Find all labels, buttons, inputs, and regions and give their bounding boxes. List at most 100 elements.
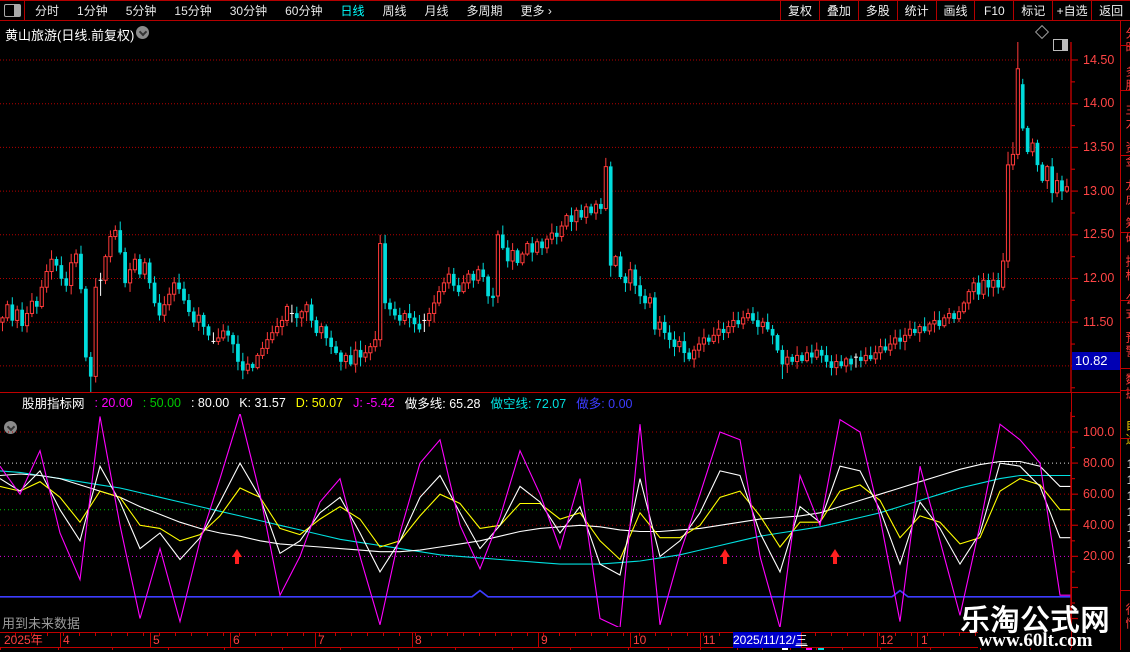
buy-arrow-icon: [720, 549, 730, 564]
indicator-value-8: 做空线: 72.07: [490, 393, 566, 412]
indicator-value-9: 做多: 0.00: [576, 393, 632, 412]
price-axis-label: 13.50: [1083, 141, 1114, 154]
timeline-label-12: 12: [880, 633, 893, 647]
period-tab-60分钟[interactable]: 60分钟: [276, 2, 331, 19]
right-strip-tab[interactable]: 指标: [1123, 255, 1130, 283]
right-strip-tab[interactable]: 行情: [1123, 603, 1130, 631]
timeline-label-8: 8: [415, 633, 422, 647]
toolbar-button-多股[interactable]: 多股: [858, 0, 897, 21]
timeline-divider: [538, 633, 539, 647]
indicator-line-J: [0, 413, 1071, 627]
timeline-divider: [700, 633, 701, 647]
date-text: 2025/11/12/: [733, 633, 796, 647]
timeline-label-9: 9: [541, 633, 548, 647]
right-strip-separator: [1121, 155, 1130, 156]
buy-arrow-icon: [830, 549, 840, 564]
timeline-divider: [917, 633, 918, 647]
indicator-axis-label: 40.00: [1083, 519, 1114, 532]
timeline-label-5: 5: [153, 633, 160, 647]
timeline-label-7: 7: [318, 633, 325, 647]
toolbar-button-返回[interactable]: 返回: [1091, 0, 1130, 21]
price-axis-label: 13.00: [1083, 185, 1114, 198]
right-strip-separator: [1121, 590, 1130, 591]
indicator-chart[interactable]: [0, 412, 1130, 627]
toolbar-button-复权[interactable]: 复权: [780, 0, 819, 21]
candlestick-chart[interactable]: [0, 42, 1130, 392]
toolbar-button-叠加[interactable]: 叠加: [819, 0, 858, 21]
indicator-header: 股朋指标网: 20.00: 50.00: 80.00K: 31.57D: 50.…: [22, 394, 1097, 411]
toolbar-button-画线[interactable]: 画线: [936, 0, 975, 21]
timeline-week-ticks: [0, 632, 978, 636]
period-tab-1分钟[interactable]: 1分钟: [68, 2, 117, 19]
indicator-value-3: : 80.00: [191, 396, 229, 410]
timeline-divider: [230, 633, 231, 647]
price-axis-label: 11.50: [1083, 316, 1113, 329]
price-axis-label: 12.00: [1083, 272, 1114, 285]
period-tab-月线[interactable]: 月线: [416, 2, 458, 19]
watermark-url: www.60lt.com: [948, 630, 1123, 652]
indicator-axis-label: 100.0: [1083, 426, 1114, 439]
indicator-line-K: [0, 463, 1071, 575]
timeline-label-6: 6: [233, 633, 240, 647]
right-strip-tab[interactable]: 自选: [1123, 419, 1130, 447]
price-axis-label: 12.50: [1083, 228, 1114, 241]
right-strip-tab[interactable]: 预警: [1123, 331, 1130, 359]
period-tab-5分钟[interactable]: 5分钟: [117, 2, 166, 19]
toolbar-button-统计[interactable]: 统计: [897, 0, 936, 21]
timeline-divider: [60, 633, 61, 647]
period-tabs: 分时1分钟5分钟15分钟30分钟60分钟日线周线月线多周期更多 ›: [26, 1, 561, 20]
timeline-label-1: 1: [921, 633, 928, 647]
right-strip-tab[interactable]: 筹码: [1123, 217, 1130, 245]
chevron-down-icon[interactable]: [136, 26, 149, 39]
right-strip-tab[interactable]: 公式: [1123, 293, 1130, 321]
toolbar-button-+自选[interactable]: +自选: [1052, 0, 1091, 21]
indicator-axis-label: 80.00: [1083, 457, 1114, 470]
future-data-warning: 用到未来数据: [2, 613, 80, 632]
buy-arrow-icon: [232, 549, 242, 564]
timeline-divider: [412, 633, 413, 647]
timeline-label-11: 11: [703, 633, 715, 647]
period-tab-日线[interactable]: 日线: [331, 2, 373, 19]
right-strip-tab[interactable]: 主力: [1123, 103, 1130, 131]
toolbar-button-F10[interactable]: F10: [974, 0, 1013, 21]
indicator-name: 股朋指标网: [22, 393, 85, 412]
indicator-value-1: : 20.00: [95, 396, 133, 410]
indicator-value-7: 做多线: 65.28: [405, 393, 481, 412]
period-tab-周线[interactable]: 周线: [373, 2, 415, 19]
period-tab-30分钟[interactable]: 30分钟: [221, 2, 276, 19]
right-sidebar-strip[interactable]: 分时多股主力资金龙虎筹码指标公式预警数据自选1111111行情: [1120, 21, 1130, 650]
timeline-label-4: 4: [63, 633, 70, 647]
price-axis-label: 14.00: [1083, 97, 1114, 110]
period-tab-15分钟[interactable]: 15分钟: [165, 2, 220, 19]
right-strip-tab[interactable]: 多股: [1123, 65, 1130, 93]
price-axis-label: 14.50: [1083, 54, 1114, 67]
indicator-axis-label: 20.00: [1083, 550, 1114, 563]
indicator-value-6: J: -5.42: [353, 396, 395, 410]
layout-toggle-button[interactable]: [0, 1, 25, 20]
right-strip-separator: [1121, 368, 1130, 369]
period-tab-更多 ›[interactable]: 更多 ›: [512, 2, 561, 19]
crosshair-date-box: 2025/11/12/三: [733, 632, 801, 648]
toolbar-button-标记[interactable]: 标记: [1013, 0, 1052, 21]
right-strip-separator: [1121, 232, 1130, 233]
right-strip-separator: [1121, 438, 1130, 439]
period-tab-分时[interactable]: 分时: [26, 2, 68, 19]
timeline-label-10: 10: [633, 633, 646, 647]
right-strip-tab[interactable]: 分时: [1123, 27, 1130, 55]
period-tab-多周期[interactable]: 多周期: [458, 2, 512, 19]
title-row: [0, 21, 1130, 42]
split-panel-icon: [4, 4, 21, 17]
timeline-divider: [150, 633, 151, 647]
right-strip-tab[interactable]: 数据: [1123, 373, 1130, 401]
right-strip-separator: [1121, 45, 1130, 46]
timeline-label-2025年: 2025年: [4, 633, 43, 647]
right-strip-tab[interactable]: 龙虎: [1123, 179, 1130, 207]
right-strip-separator: [1121, 90, 1130, 91]
timeline-divider: [877, 633, 878, 647]
weekday-text: 三: [796, 633, 808, 647]
indicator-line-D: [0, 479, 1071, 560]
right-strip-separator: [1121, 300, 1130, 301]
indicator-axis-label: 60.00: [1083, 488, 1114, 501]
right-strip-tab[interactable]: 1111111: [1123, 457, 1130, 569]
indicator-value-5: D: 50.07: [296, 396, 343, 410]
